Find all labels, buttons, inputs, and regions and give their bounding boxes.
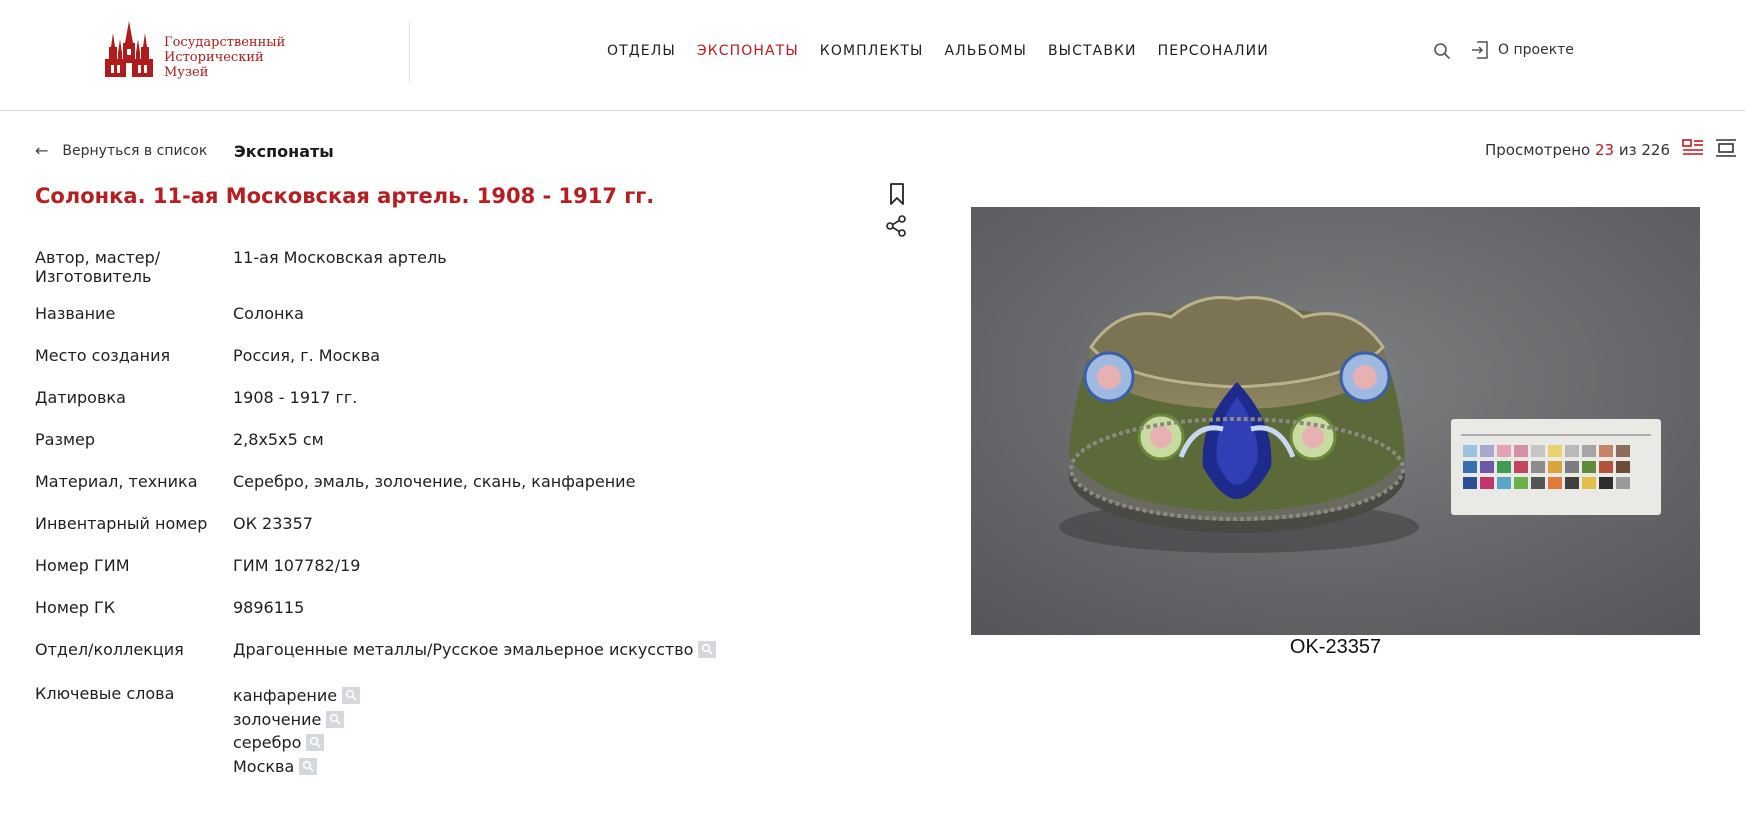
main-nav: ОТДЕЛЫ ЭКСПОНАТЫ КОМПЛЕКТЫ АЛЬБОМЫ ВЫСТА…	[607, 41, 1290, 61]
keyword-item: серебро	[233, 731, 360, 755]
keyword-list: канфарение золочение серебро Москва	[233, 684, 361, 779]
field-row-name: Название Солонка	[35, 304, 865, 323]
search-collection-button[interactable]	[698, 641, 717, 658]
login-icon	[1472, 41, 1488, 59]
single-view-icon[interactable]	[1715, 138, 1737, 158]
field-row-gk: Номер ГК 9896115	[35, 598, 865, 617]
field-label: Название	[35, 304, 116, 323]
back-to-list-link[interactable]: ← Вернуться в список	[35, 141, 207, 161]
keyword-label[interactable]: золочение	[233, 710, 321, 729]
logo-line: Музей	[164, 65, 209, 80]
field-value: Серебро, эмаль, золочение, скань, канфар…	[233, 472, 636, 491]
share-icon[interactable]	[884, 214, 908, 238]
field-row-author: Автор, мастер/ Изготовитель 11-ая Москов…	[35, 248, 865, 286]
back-to-list-label: Вернуться в список	[62, 143, 208, 159]
magnifier-icon	[345, 689, 357, 701]
field-label: Место создания	[35, 346, 171, 365]
field-label: Отдел/коллекция	[35, 640, 184, 659]
header-divider	[409, 20, 410, 83]
field-row-size: Размер 2,8х5х5 см	[35, 430, 865, 449]
nav-item-exhibitions[interactable]: ВЫСТАВКИ	[1048, 41, 1137, 61]
field-value: Солонка	[233, 304, 304, 323]
nav-item-departments[interactable]: ОТДЕЛЫ	[607, 41, 676, 61]
bookmark-icon[interactable]	[886, 182, 908, 206]
field-row-material: Материал, техника Серебро, эмаль, золоче…	[35, 472, 865, 491]
list-view-icon[interactable]	[1682, 138, 1704, 158]
field-value: 2,8х5х5 см	[233, 430, 324, 449]
museum-building-icon	[105, 21, 153, 77]
exhibit-photo[interactable]	[971, 207, 1700, 635]
search-icon[interactable]	[1433, 42, 1451, 60]
keyword-label[interactable]: канфарение	[233, 686, 337, 705]
search-keyword-button[interactable]	[299, 757, 318, 775]
field-value: 9896115	[233, 598, 305, 617]
field-value: 1908 - 1917 гг.	[233, 388, 358, 407]
field-label: Размер	[35, 430, 96, 449]
viewed-counter: Просмотрено 23 из 226	[1485, 140, 1670, 160]
field-row-inventory: Инвентарный номер ОК 23357	[35, 514, 865, 533]
field-value: ОК 23357	[233, 514, 313, 533]
arrow-left-icon: ←	[35, 141, 49, 160]
keyword-label[interactable]: серебро	[233, 733, 301, 752]
item-fields: Автор, мастер/ Изготовитель 11-ая Москов…	[35, 248, 865, 778]
magnifier-icon	[310, 736, 322, 748]
field-label: Материал, техника	[35, 472, 198, 491]
magnifier-icon	[330, 713, 341, 725]
salt-cellar-image	[971, 207, 1700, 635]
field-value: Россия, г. Москва	[233, 346, 381, 365]
search-keyword-button[interactable]	[342, 687, 361, 704]
site-header: Государственный Исторический Музей ОТДЕЛ…	[0, 0, 1745, 111]
field-value: 11-ая Московская артель	[233, 248, 447, 267]
field-label: Номер ГК	[35, 598, 116, 617]
section-title: Экспонаты	[234, 142, 334, 161]
nav-item-exhibits[interactable]: ЭКСПОНАТЫ	[697, 41, 799, 61]
magnifier-icon	[303, 760, 314, 772]
field-label: Инвентарный номер	[35, 514, 208, 533]
magnifier-icon	[702, 643, 714, 655]
logo-line: Исторический	[164, 50, 264, 65]
item-title: Солонка. 11-ая Московская артель. 1908 -…	[35, 184, 655, 208]
museum-logo-text: Государственный Исторический Музей	[164, 35, 294, 80]
field-label: Номер ГИМ	[35, 556, 130, 575]
logo-line: Государственный	[164, 35, 286, 50]
field-row-collection: Отдел/коллекция Драгоценные металлы/Русс…	[35, 640, 865, 659]
field-row-date: Датировка 1908 - 1917 гг.	[35, 388, 865, 407]
museum-logo[interactable]: Государственный Исторический Музей	[101, 19, 291, 83]
field-label: Ключевые слова	[35, 684, 175, 703]
field-row-gim: Номер ГИМ ГИМ 107782/19	[35, 556, 865, 575]
image-caption: OK-23357	[1289, 636, 1382, 658]
keyword-item: Москва	[233, 755, 360, 779]
field-value: ГИМ 107782/19	[233, 556, 361, 575]
viewed-current: 23	[1594, 141, 1615, 159]
field-label: Датировка	[35, 388, 126, 407]
nav-item-persons[interactable]: ПЕРСОНАЛИИ	[1158, 41, 1269, 61]
about-project-label: О проекте	[1498, 42, 1574, 58]
keyword-item: золочение	[233, 708, 360, 732]
field-row-place: Место создания Россия, г. Москва	[35, 346, 865, 365]
nav-item-albums[interactable]: АЛЬБОМЫ	[944, 41, 1026, 61]
viewed-prefix: Просмотрено	[1485, 141, 1591, 159]
search-keyword-button[interactable]	[326, 710, 345, 728]
search-keyword-button[interactable]	[306, 734, 325, 751]
field-label: Автор, мастер/ Изготовитель	[35, 248, 161, 286]
nav-item-sets[interactable]: КОМПЛЕКТЫ	[820, 41, 924, 61]
field-value: Драгоценные металлы/Русское эмальерное и…	[233, 640, 717, 659]
keyword-label[interactable]: Москва	[233, 757, 294, 776]
keyword-item: канфарение	[233, 684, 361, 708]
viewed-total: 226	[1641, 141, 1671, 159]
about-project-link[interactable]: О проекте	[1470, 39, 1574, 61]
viewed-separator: из	[1618, 141, 1637, 159]
field-row-keywords: Ключевые слова канфарение золочение сере…	[35, 684, 865, 778]
collection-value: Драгоценные металлы/Русское эмальерное и…	[233, 640, 694, 659]
